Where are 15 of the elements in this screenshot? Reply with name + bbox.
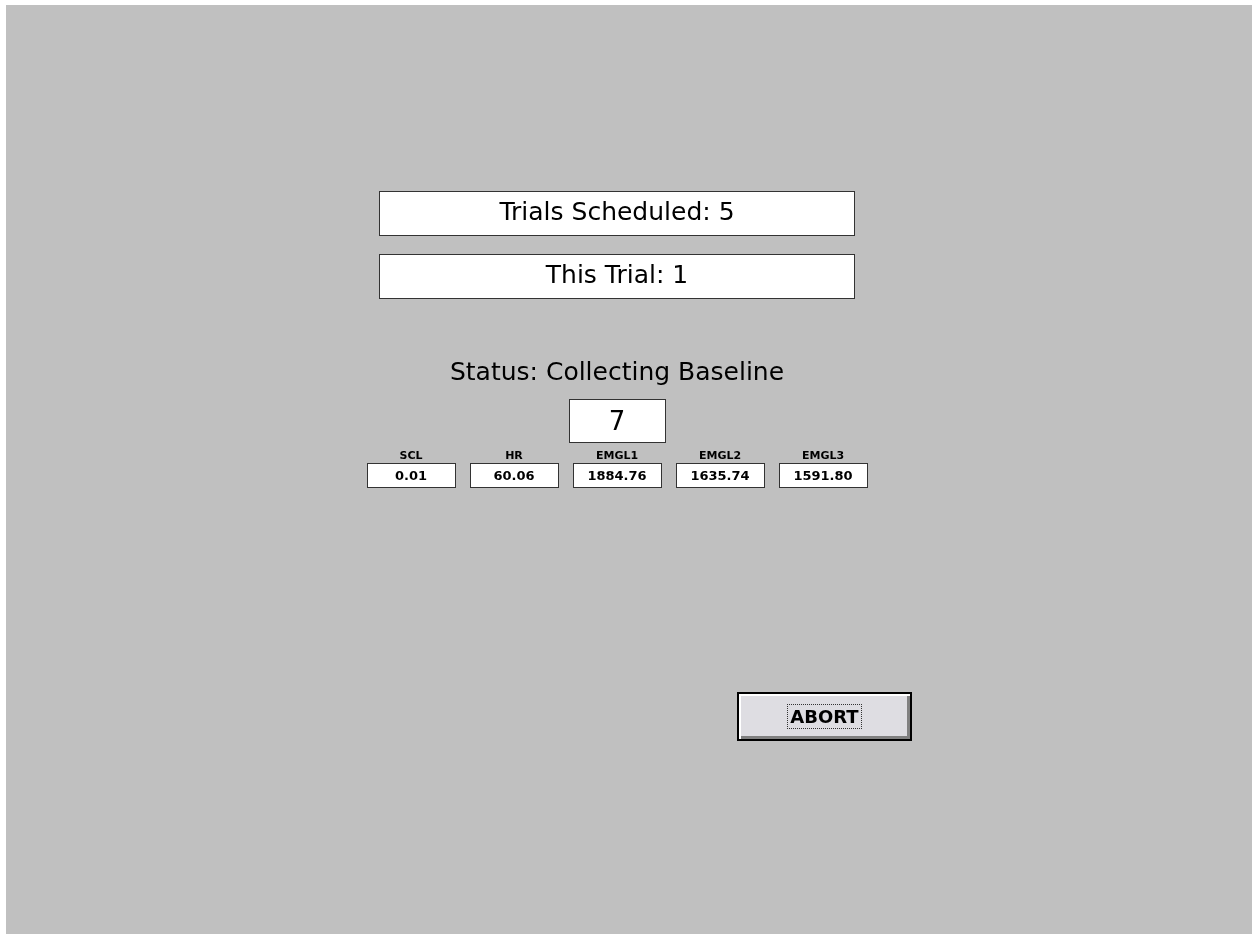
reading-value: 0.01 bbox=[366, 463, 456, 488]
reading-label: EMGL2 bbox=[698, 449, 742, 463]
reading-value: 1635.74 bbox=[675, 463, 765, 488]
reading-value: 1591.80 bbox=[778, 463, 868, 488]
reading-value: 1884.76 bbox=[572, 463, 662, 488]
abort-button[interactable]: ABORT bbox=[737, 692, 912, 741]
this-trial-display: This Trial: 1 bbox=[379, 254, 855, 299]
counter-display: 7 bbox=[568, 399, 666, 443]
reading-label: EMGL3 bbox=[801, 449, 845, 463]
reading-label: HR bbox=[505, 449, 523, 463]
trials-scheduled-display: Trials Scheduled: 5 bbox=[379, 191, 855, 236]
reading-label: SCL bbox=[399, 449, 423, 463]
reading-label: EMGL1 bbox=[595, 449, 639, 463]
reading-value: 60.06 bbox=[469, 463, 559, 488]
status-text: Status: Collecting Baseline bbox=[449, 357, 785, 387]
